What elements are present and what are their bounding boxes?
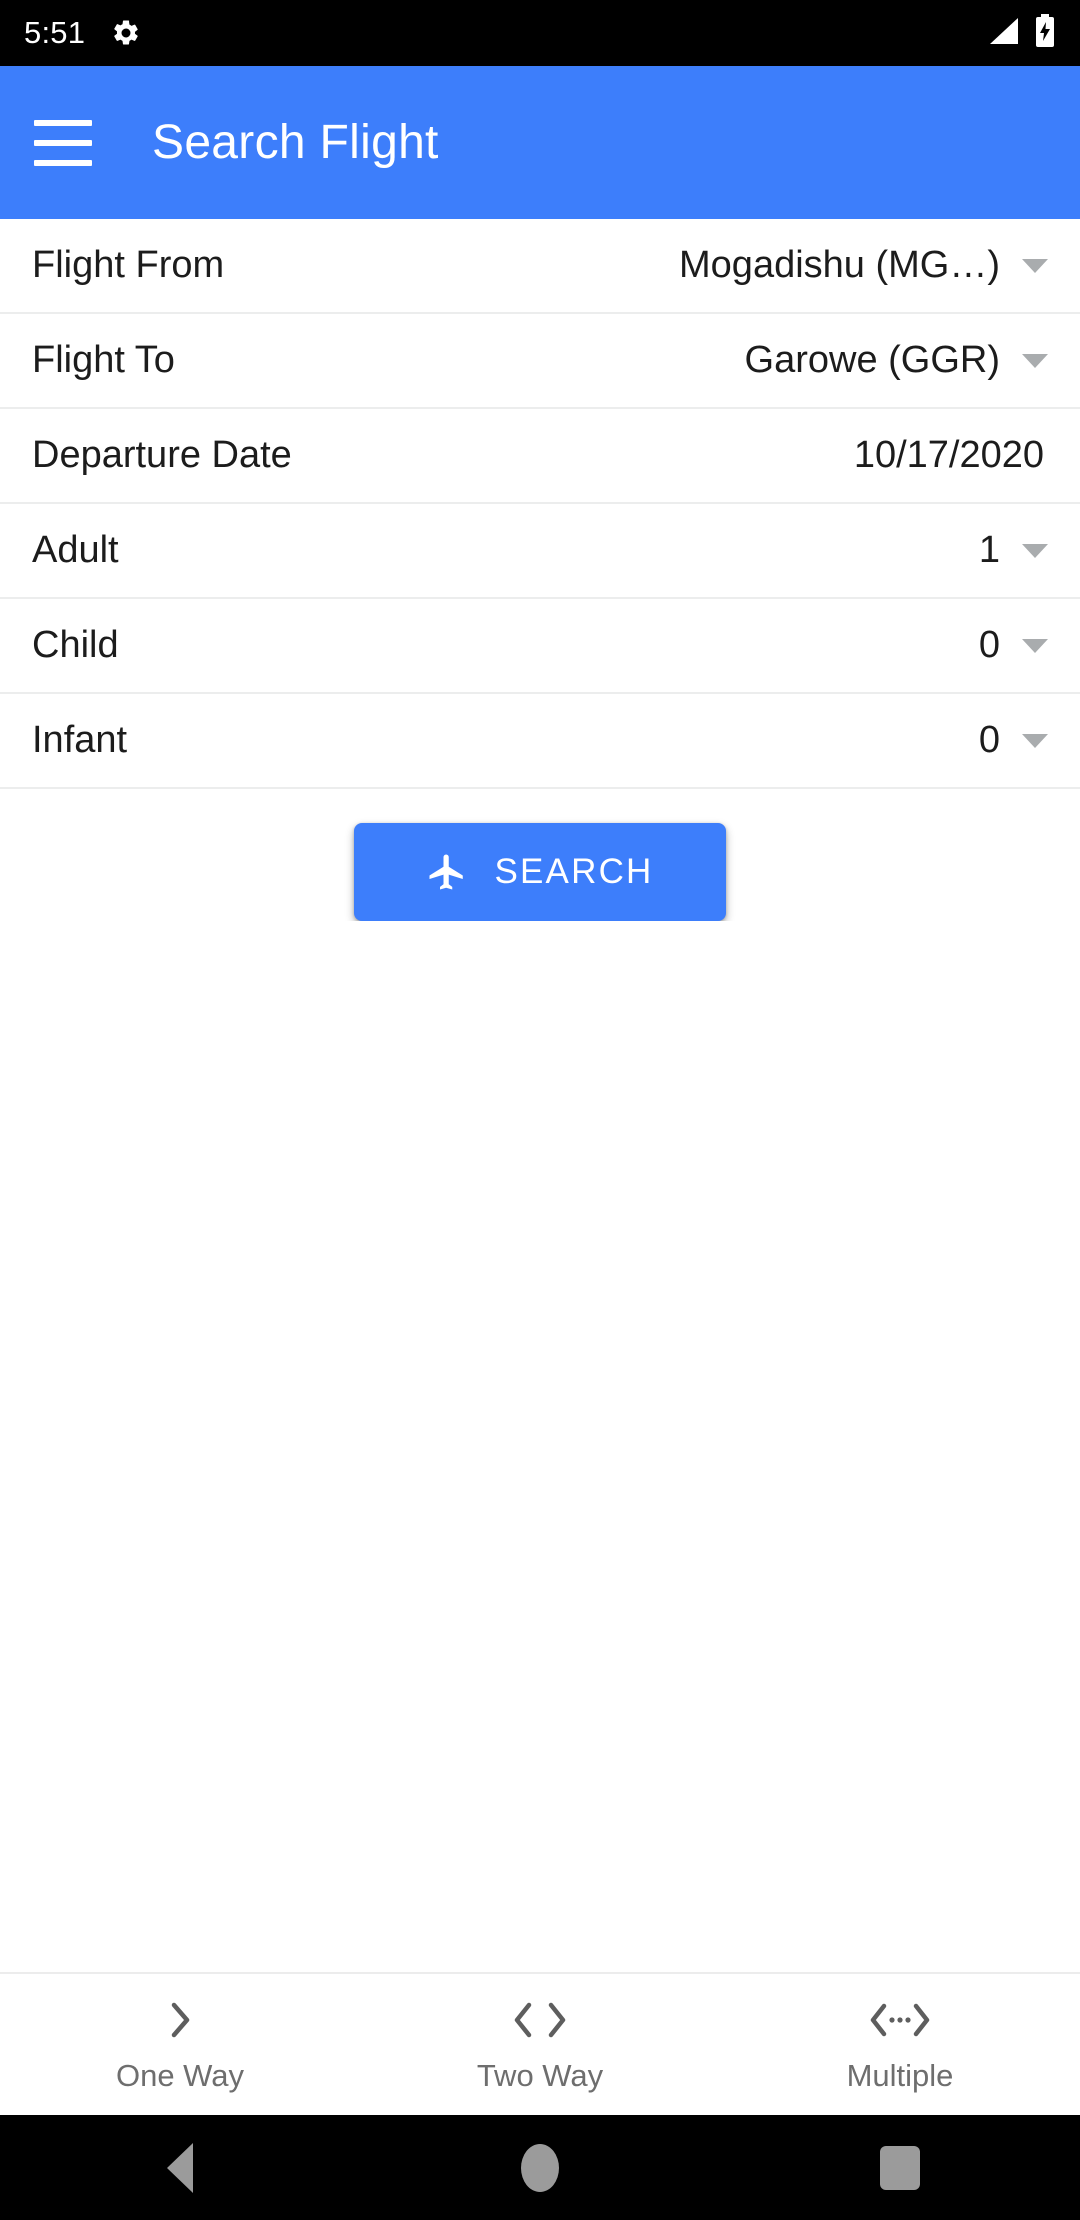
content-empty-area: [0, 921, 1080, 1972]
tab-label: Two Way: [476, 2057, 604, 2093]
form-row-adult[interactable]: Adult 1: [0, 504, 1080, 599]
tab-one-way[interactable]: One Way: [0, 1996, 360, 2094]
search-button[interactable]: SEARCH: [354, 823, 726, 921]
tab-two-way[interactable]: Two Way: [360, 1996, 720, 2094]
adult-count-value: 1: [978, 529, 1000, 571]
status-bar-icons: [986, 13, 1056, 53]
form-row-label: Child: [32, 624, 119, 666]
app-screen: 5:51 Search Flight Flight From Mogadishu…: [0, 0, 1080, 2220]
form-row-child[interactable]: Child 0: [0, 599, 1080, 694]
android-home-button[interactable]: [360, 2143, 720, 2192]
android-navigation-bar: [0, 2115, 1080, 2220]
hamburger-bar: [34, 159, 92, 166]
form-row-control[interactable]: 10/17/2020: [854, 434, 1048, 477]
hamburger-menu-icon[interactable]: [34, 119, 92, 166]
form-row-label: Adult: [32, 529, 119, 571]
android-back-button[interactable]: [0, 2142, 360, 2193]
infant-count-value: 0: [978, 719, 1000, 761]
bottom-navigation: One Way Two Way Multiple: [0, 1972, 1080, 2115]
search-button-label: SEARCH: [494, 852, 654, 891]
form-row-control[interactable]: 0: [979, 624, 1048, 667]
hamburger-bar: [34, 119, 92, 126]
search-form: Flight From Mogadishu (MG…) Flight To Ga…: [0, 219, 1080, 921]
form-row-flight-to[interactable]: Flight To Garowe (GGR): [0, 314, 1080, 409]
status-bar: 5:51: [0, 0, 1080, 66]
chevron-down-icon[interactable]: [1022, 543, 1048, 558]
recents-square-icon: [880, 2145, 920, 2190]
back-triangle-icon: [167, 2142, 193, 2193]
page-title: Search Flight: [152, 116, 439, 169]
battery-charging-icon: [1034, 13, 1056, 53]
code-dots-icon: [864, 1996, 936, 2044]
chevron-down-icon[interactable]: [1022, 353, 1048, 368]
form-row-label: Flight From: [32, 244, 225, 286]
chevron-down-icon[interactable]: [1022, 258, 1048, 273]
form-row-infant[interactable]: Infant 0: [0, 694, 1080, 789]
form-row-control[interactable]: Garowe (GGR): [745, 339, 1048, 382]
flight-to-value: Garowe (GGR): [744, 339, 1000, 381]
home-circle-icon: [521, 2143, 559, 2192]
form-row-departure-date[interactable]: Departure Date 10/17/2020: [0, 409, 1080, 504]
child-count-value: 0: [978, 624, 1000, 666]
tab-label: Multiple: [846, 2057, 954, 2093]
airplane-icon: [426, 851, 468, 893]
form-row-label: Infant: [32, 719, 128, 761]
app-bar: Search Flight: [0, 66, 1080, 219]
flight-from-value: Mogadishu (MG…): [679, 244, 1000, 286]
signal-triangle-icon: [986, 16, 1020, 51]
departure-date-value: 10/17/2020: [853, 434, 1044, 476]
chevron-down-icon[interactable]: [1022, 638, 1048, 653]
search-button-container: SEARCH: [0, 789, 1080, 921]
hamburger-bar: [34, 139, 92, 146]
status-bar-clock: 5:51: [24, 15, 86, 50]
gear-icon: [111, 18, 141, 48]
android-recents-button[interactable]: [720, 2145, 1080, 2190]
form-row-label: Flight To: [32, 339, 175, 381]
chevron-left-right-icon: [509, 1996, 571, 2044]
chevron-right-icon: [163, 1996, 197, 2044]
form-row-control[interactable]: 0: [979, 719, 1048, 762]
form-row-label: Departure Date: [32, 434, 292, 476]
form-row-control[interactable]: 1: [979, 529, 1048, 572]
form-row-flight-from[interactable]: Flight From Mogadishu (MG…): [0, 219, 1080, 314]
tab-multiple[interactable]: Multiple: [720, 1996, 1080, 2094]
tab-label: One Way: [115, 2057, 245, 2093]
chevron-down-icon[interactable]: [1022, 733, 1048, 748]
form-row-control[interactable]: Mogadishu (MG…): [679, 244, 1048, 287]
